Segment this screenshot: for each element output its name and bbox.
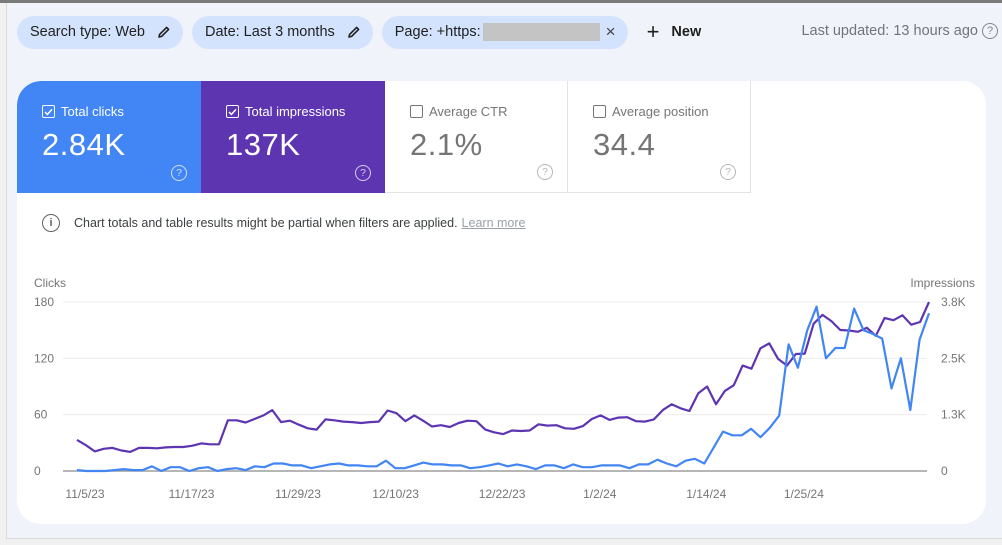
pencil-icon[interactable] [347, 25, 361, 39]
filter-chip-label: Search type: Web [30, 24, 145, 40]
metric-label: Average position [612, 104, 709, 119]
new-filter-button[interactable]: + New [647, 21, 702, 43]
checkbox-checked-icon[interactable] [226, 105, 239, 118]
filter-chip-search-type[interactable]: Search type: Web [17, 15, 183, 49]
x-tick-label: 11/17/23 [169, 487, 215, 501]
performance-chart: Clicks Impressions 180 120 60 0 3.8K 2.5K 1.3… [34, 276, 975, 501]
metric-value: 2.84K [42, 127, 126, 162]
x-tick-label: 12/22/23 [479, 487, 526, 501]
right-tick-label: 0 [941, 464, 948, 478]
metric-total-impressions[interactable]: Total impressions 137K ? [201, 81, 385, 193]
redacted-url [482, 23, 600, 41]
metric-average-ctr[interactable]: Average CTR 2.1% ? [385, 81, 568, 193]
right-tick-label: 3.8K [941, 295, 966, 309]
notice-text: Chart totals and table results might be … [74, 216, 458, 230]
info-icon: i [42, 214, 60, 232]
help-icon[interactable]: ? [982, 23, 998, 39]
last-updated: Last updated: 13 hours ago ? [801, 23, 998, 39]
close-icon[interactable]: × [606, 22, 616, 42]
metric-value: 34.4 [593, 127, 656, 162]
right-tick-label: 1.3K [941, 408, 966, 422]
performance-page: Search type: Web Date: Last 3 months Pag… [6, 3, 1002, 539]
metric-label: Total impressions [245, 104, 346, 119]
left-tick-label: 120 [34, 351, 54, 365]
left-tick-label: 60 [34, 408, 48, 422]
new-filter-label: New [671, 24, 702, 40]
last-updated-text: Last updated: 13 hours ago [801, 23, 978, 39]
x-tick-label: 11/29/23 [275, 487, 321, 501]
series-line-clicks [76, 305, 931, 473]
x-tick-label: 12/10/23 [372, 487, 419, 501]
help-icon[interactable]: ? [720, 164, 736, 180]
checkbox-unchecked-icon[interactable] [593, 105, 606, 118]
series-line-impressions [76, 301, 931, 453]
metric-value: 137K [226, 127, 301, 162]
metric-average-position[interactable]: Average position 34.4 ? [568, 81, 751, 193]
filter-chip-page[interactable]: Page: +https: × [381, 15, 628, 49]
help-icon[interactable]: ? [355, 165, 371, 181]
filter-bar: Search type: Web Date: Last 3 months Pag… [17, 15, 701, 49]
left-axis-label: Clicks [34, 276, 66, 290]
metric-tabs: Total clicks 2.84K ? Total impressions 1… [17, 81, 751, 193]
filter-chip-label: Date: Last 3 months [205, 24, 335, 40]
performance-card: Total clicks 2.84K ? Total impressions 1… [17, 81, 986, 524]
right-axis-label: Impressions [910, 276, 975, 290]
filter-chip-label: Page: +https: [394, 24, 481, 40]
left-tick-label: 0 [34, 464, 41, 478]
metric-value: 2.1% [410, 127, 483, 162]
checkbox-checked-icon[interactable] [42, 105, 55, 118]
plus-icon: + [646, 19, 660, 44]
right-tick-label: 2.5K [941, 351, 966, 365]
x-tick-label: 1/14/24 [686, 487, 726, 501]
filter-chip-date[interactable]: Date: Last 3 months [192, 15, 373, 49]
help-icon[interactable]: ? [537, 164, 553, 180]
checkbox-unchecked-icon[interactable] [410, 105, 423, 118]
metric-label: Total clicks [61, 104, 124, 119]
learn-more-link[interactable]: Learn more [462, 216, 526, 230]
metric-total-clicks[interactable]: Total clicks 2.84K ? [17, 81, 201, 193]
pencil-icon[interactable] [157, 25, 171, 39]
filter-notice: i Chart totals and table results might b… [42, 214, 525, 232]
help-icon[interactable]: ? [171, 165, 187, 181]
x-tick-label: 1/25/24 [784, 487, 824, 501]
x-tick-label: 1/2/24 [583, 487, 617, 501]
metric-label: Average CTR [429, 104, 508, 119]
left-tick-label: 180 [34, 295, 54, 309]
x-tick-label: 11/5/23 [65, 487, 104, 501]
